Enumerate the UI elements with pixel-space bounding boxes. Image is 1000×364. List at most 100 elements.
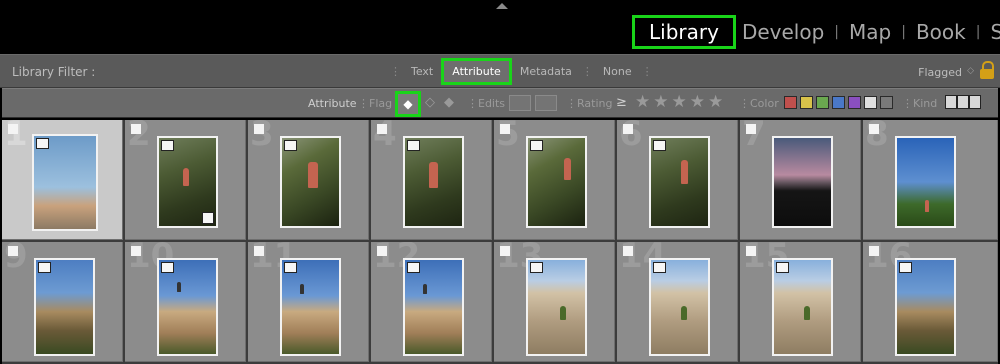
- flag-icon[interactable]: [746, 246, 756, 256]
- tab-text[interactable]: Text: [403, 65, 441, 78]
- photo-thumbnail[interactable]: [895, 258, 956, 356]
- tab-attribute[interactable]: Attribute: [441, 57, 512, 85]
- virtual-copy-badge-icon: [36, 138, 49, 149]
- module-slideshow[interactable]: Sl: [984, 15, 1000, 49]
- flag-label: Flag: [369, 97, 393, 110]
- color-swatch-yellow[interactable]: [800, 96, 813, 109]
- photo-thumbnail[interactable]: [772, 258, 833, 356]
- flag-icon[interactable]: [869, 124, 879, 134]
- lock-icon[interactable]: [980, 61, 994, 79]
- photo-thumbnail[interactable]: [34, 258, 95, 356]
- photo-thumbnail[interactable]: [280, 258, 341, 356]
- kind-videos-icon[interactable]: [969, 95, 981, 109]
- flag-icon[interactable]: [869, 246, 879, 256]
- flag-icon[interactable]: [8, 124, 18, 134]
- photo-thumbnail[interactable]: [649, 136, 710, 228]
- divider: ⋮: [358, 97, 369, 110]
- flagged-filter-button[interactable]: ◆: [395, 91, 421, 117]
- photo-thumbnail[interactable]: [280, 136, 341, 228]
- module-library[interactable]: Library: [632, 15, 736, 49]
- grid-cell[interactable]: 8: [863, 120, 998, 240]
- grid-cell[interactable]: 5: [494, 120, 615, 240]
- divider: ⋮: [902, 97, 913, 110]
- grid-cell[interactable]: 11: [248, 242, 369, 362]
- photo-thumbnail[interactable]: [649, 258, 710, 356]
- flag-icon[interactable]: [623, 246, 633, 256]
- chevron-down-icon[interactable]: ◇: [967, 66, 974, 76]
- flag-icon[interactable]: [254, 246, 264, 256]
- edits-label: Edits: [478, 97, 506, 110]
- photo-thumbnail[interactable]: [157, 136, 218, 228]
- photo-thumbnail[interactable]: [403, 258, 464, 356]
- flag-icon[interactable]: [746, 124, 756, 134]
- photo-thumbnail[interactable]: [157, 258, 218, 356]
- color-swatch-purple[interactable]: [848, 96, 861, 109]
- kind-master-photos-icon[interactable]: [945, 95, 957, 109]
- attribute-label: Attribute: [308, 97, 357, 110]
- grid-cell[interactable]: 7: [740, 120, 861, 240]
- color-swatch-none[interactable]: [880, 96, 893, 109]
- filter-preset-select[interactable]: Flagged: [918, 66, 962, 79]
- unedited-filter-icon[interactable]: [509, 95, 531, 111]
- grid-cell[interactable]: 1: [2, 120, 123, 240]
- virtual-copy-badge-icon: [530, 140, 543, 151]
- edited-filter-icon[interactable]: [535, 95, 557, 111]
- grid-cell[interactable]: 6: [617, 120, 738, 240]
- unflagged-filter-icon[interactable]: ◇: [425, 95, 435, 110]
- flag-icon[interactable]: [377, 246, 387, 256]
- flag-icon[interactable]: [500, 124, 510, 134]
- flag-icon[interactable]: [254, 124, 264, 134]
- grid-cell[interactable]: 10: [125, 242, 246, 362]
- photo-thumbnail[interactable]: [772, 136, 833, 228]
- pick-flag-icon: ◆: [403, 97, 413, 111]
- grid-cell[interactable]: 3: [248, 120, 369, 240]
- grid-cell[interactable]: 15: [740, 242, 861, 362]
- kind-label: Kind: [913, 97, 938, 110]
- collapse-top-panel-icon[interactable]: [496, 3, 508, 9]
- divider: ⋮: [641, 64, 653, 78]
- edited-badge-icon: [202, 212, 214, 224]
- module-map[interactable]: Map: [843, 15, 897, 49]
- rejected-filter-icon[interactable]: ◆: [444, 95, 454, 110]
- flag-icon[interactable]: [377, 124, 387, 134]
- module-book[interactable]: Book: [910, 15, 972, 49]
- photo-thumbnail[interactable]: [32, 134, 98, 231]
- grid-cell[interactable]: 13: [494, 242, 615, 362]
- color-label: Color: [750, 97, 779, 110]
- flag-icon[interactable]: [131, 124, 141, 134]
- library-filter-title: Library Filter :: [12, 65, 96, 79]
- kind-virtual-copies-icon[interactable]: [957, 95, 969, 109]
- module-separator: |: [975, 24, 981, 40]
- divider: ⋮: [390, 64, 401, 78]
- flag-icon[interactable]: [8, 246, 18, 256]
- color-swatch-blue[interactable]: [832, 96, 845, 109]
- color-swatch-green[interactable]: [816, 96, 829, 109]
- flag-icon[interactable]: [131, 246, 141, 256]
- tab-metadata[interactable]: Metadata: [512, 65, 580, 78]
- photo-thumbnail[interactable]: [895, 136, 956, 228]
- grid-cell[interactable]: 16: [863, 242, 998, 362]
- color-swatch-other[interactable]: [864, 96, 877, 109]
- grid-cell[interactable]: 14: [617, 242, 738, 362]
- photo-thumbnail[interactable]: [526, 258, 587, 356]
- divider: ⋮: [581, 64, 593, 78]
- virtual-copy-badge-icon: [407, 262, 420, 273]
- grid-cell[interactable]: 9: [2, 242, 123, 362]
- virtual-copy-badge-icon: [284, 262, 297, 273]
- grid-cell[interactable]: 4: [371, 120, 492, 240]
- rating-operator[interactable]: ≥: [616, 95, 627, 110]
- flag-icon[interactable]: [623, 124, 633, 134]
- virtual-copy-badge-icon: [899, 262, 912, 273]
- grid-cell[interactable]: 2: [125, 120, 246, 240]
- photo-thumbnail[interactable]: [526, 136, 587, 228]
- virtual-copy-badge-icon: [284, 140, 297, 151]
- photo-thumbnail[interactable]: [403, 136, 464, 228]
- module-develop[interactable]: Develop: [736, 15, 830, 49]
- tab-none[interactable]: None: [595, 65, 640, 78]
- module-picker: Library Develop | Map | Book | Sl: [0, 0, 1000, 52]
- grid-cell[interactable]: 12: [371, 242, 492, 362]
- divider: ⋮: [467, 97, 478, 110]
- rating-stars[interactable]: ★★★★★: [635, 92, 726, 112]
- flag-icon[interactable]: [500, 246, 510, 256]
- color-swatch-red[interactable]: [784, 96, 797, 109]
